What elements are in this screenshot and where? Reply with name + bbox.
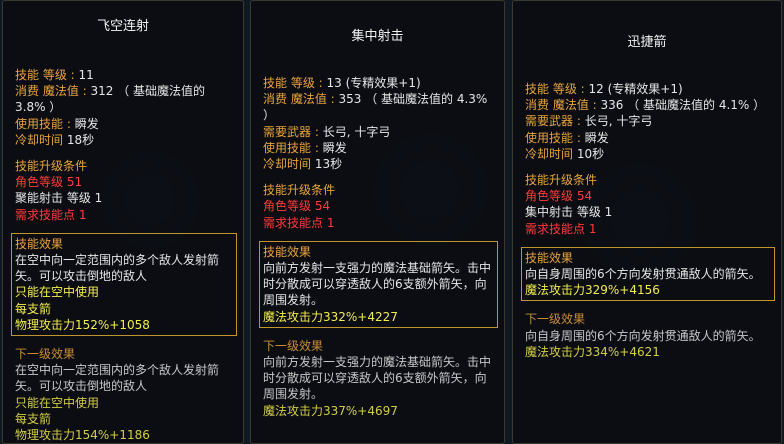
info-row: 消费 魔法值 : 353 （ 基础魔法值的 4.3% ） <box>263 91 496 123</box>
next-line: 魔法攻击力334%+4621 <box>525 344 660 359</box>
info-label: 技能 等级 : <box>15 68 79 82</box>
info-value: 18秒 <box>66 132 95 147</box>
info-row: 需要武器 : 长弓, 十字弓 <box>525 113 773 129</box>
info-row: 使用技能 : 瞬发 <box>15 116 235 132</box>
tooltip-body: 技能 等级 : 12 (专精效果+1) 消费 魔法值 : 336 （ 基础魔法值的… <box>521 81 775 360</box>
info-row: 冷却时间 10秒 <box>525 146 773 162</box>
info-row: 技能 等级 : 11 <box>15 67 235 83</box>
info-row: 使用技能 : 瞬发 <box>525 130 773 146</box>
effect-line: 每支箭 <box>15 301 52 316</box>
info-value: 长弓, 十字弓 <box>584 114 653 129</box>
next-line: 只能在空中使用 <box>15 395 100 410</box>
next-line: 在空中向一定范围内的多个敌人发射箭矢。可以攻击倒地的敌人 <box>15 363 220 394</box>
info-label: 技能 等级 : <box>263 76 327 90</box>
next-header: 下一级效果 <box>525 312 586 327</box>
upgrade-line: 需求技能点 1 <box>15 207 87 222</box>
info-row: 技能 等级 : 12 (专精效果+1) <box>525 81 773 97</box>
skill-title: 飞空连射 <box>96 19 149 34</box>
info-label: 消费 魔法值 : <box>263 92 339 107</box>
effect-line: 只能在空中使用 <box>15 285 100 300</box>
info-row: 技能 等级 : 13 (专精效果+1) <box>263 75 496 91</box>
upgrade-line: 角色等级 54 <box>263 199 331 214</box>
effect-line: 物理攻击力152%+1058 <box>15 317 150 332</box>
info-label: 消费 魔法值 : <box>15 84 91 99</box>
info-label: 使用技能 : <box>525 130 585 145</box>
info-value: 12 (专精效果+1) <box>588 82 683 96</box>
info-label: 需要武器 : <box>525 114 585 129</box>
info-label: 冷却时间 <box>15 132 67 147</box>
skill-effect-box: 技能效果向前方发射一支强力的魔法基础箭矢。击中时分散成可以穿透敌人的6支额外箭矢… <box>259 240 498 328</box>
effect-line: 魔法攻击力329%+4156 <box>525 283 660 298</box>
info-value: 10秒 <box>576 146 605 161</box>
info-label: 使用技能 : <box>15 116 75 131</box>
upgrade-line: 聚能射击 等级 1 <box>15 191 103 206</box>
effect-header: 技能效果 <box>15 236 64 251</box>
upgrade-line: 集中射击 等级 1 <box>525 205 613 220</box>
info-label: 技能 等级 : <box>525 82 589 96</box>
info-value: 长弓, 十字弓 <box>322 124 391 139</box>
info-row: 使用技能 : 瞬发 <box>263 140 496 156</box>
next-level-section: 下一级效果向前方发射一支强力的魔法基础箭矢。击中时分散成可以穿透敌人的6支额外箭… <box>263 338 496 419</box>
info-value: 336 （ 基础魔法值的 4.1% ） <box>600 98 766 113</box>
info-value: 瞬发 <box>74 116 99 131</box>
tooltip-body: 技能 等级 : 13 (专精效果+1) 消费 魔法值 : 353 （ 基础魔法值的… <box>259 75 498 419</box>
effect-header: 技能效果 <box>263 244 312 259</box>
skill-tooltip-2: 迅捷箭 技能 等级 : 12 (专精效果+1) 消费 魔法值 : 336 （ 基础… <box>512 0 782 444</box>
effect-line: 在空中向一定范围内的多个敌人发射箭矢。可以攻击倒地的敌人 <box>15 253 220 284</box>
info-label: 消费 魔法值 : <box>525 98 601 113</box>
effect-line: 魔法攻击力332%+4227 <box>263 309 398 324</box>
skill-effect-box: 技能效果向自身周围的6个方向发射贯通敌人的箭矢。 魔法攻击力329%+4156 <box>521 246 775 302</box>
next-level-section: 下一级效果 在空中向一定范围内的多个敌人发射箭矢。可以攻击倒地的敌人 只能在空中使用… <box>15 346 235 443</box>
info-row: 消费 魔法值 : 336 （ 基础魔法值的 4.1% ） <box>525 97 773 113</box>
next-level-section: 下一级效果 向自身周围的6个方向发射贯通敌人的箭矢。 魔法攻击力334%+4621 <box>525 311 773 360</box>
tooltip-body: 技能 等级 : 11 消费 魔法值 : 312 （ 基础魔法值的 3.8% ）使用… <box>11 67 237 443</box>
info-row: 消费 魔法值 : 312 （ 基础魔法值的 3.8% ） <box>15 83 235 115</box>
info-value: 13秒 <box>314 157 343 172</box>
upgrade-header: 技能升级条件 <box>15 159 88 174</box>
next-line: 向前方发射一支强力的魔法基础箭矢。击中时分散成可以穿透敌人的6支额外箭矢，向周围… <box>263 355 492 402</box>
effect-line: 向前方发射一支强力的魔法基础箭矢。击中时分散成可以穿透敌人的6支额外箭矢，向周围… <box>263 261 492 308</box>
upgrade-line: 角色等级 51 <box>15 175 83 190</box>
info-label: 需要武器 : <box>263 124 323 139</box>
skill-tooltip-0: 飞空连射 技能 等级 : 11 消费 魔法值 : 312 （ 基础魔法值的 3.8… <box>2 0 244 444</box>
upgrade-line: 需求技能点 1 <box>263 215 335 230</box>
info-row: 需要武器 : 长弓, 十字弓 <box>263 124 496 140</box>
upgrade-line: 需求技能点 1 <box>525 221 597 236</box>
next-header: 下一级效果 <box>263 338 324 353</box>
effect-header: 技能效果 <box>525 250 574 265</box>
info-row: 冷却时间 13秒 <box>263 156 496 172</box>
effect-line: 向自身周围的6个方向发射贯通敌人的箭矢。 <box>525 267 761 282</box>
upgrade-line: 角色等级 54 <box>525 189 593 204</box>
info-row: 冷却时间 18秒 <box>15 132 235 148</box>
info-value: 11 <box>78 68 94 82</box>
info-value: 瞬发 <box>584 130 609 145</box>
upgrade-header: 技能升级条件 <box>525 173 598 188</box>
upgrade-header: 技能升级条件 <box>263 183 336 198</box>
skill-title: 集中射击 <box>351 29 404 44</box>
next-line: 每支箭 <box>15 411 52 426</box>
skill-effect-box: 技能效果在空中向一定范围内的多个敌人发射箭矢。可以攻击倒地的敌人 只能在空中使用每… <box>11 232 237 337</box>
next-line: 向自身周围的6个方向发射贯通敌人的箭矢。 <box>525 328 761 343</box>
info-label: 冷却时间 <box>263 157 315 172</box>
info-value: 13 (专精效果+1) <box>326 76 421 90</box>
skill-title: 迅捷箭 <box>627 35 667 50</box>
info-label: 使用技能 : <box>263 140 323 155</box>
skill-tooltip-1: 集中射击 技能 等级 : 13 (专精效果+1) 消费 魔法值 : 353 （ 基… <box>250 0 505 444</box>
next-line: 物理攻击力154%+1186 <box>15 428 150 443</box>
info-label: 冷却时间 <box>525 146 577 161</box>
next-line: 魔法攻击力337%+4697 <box>263 403 398 418</box>
next-header: 下一级效果 <box>15 347 76 362</box>
info-value: 瞬发 <box>322 140 347 155</box>
